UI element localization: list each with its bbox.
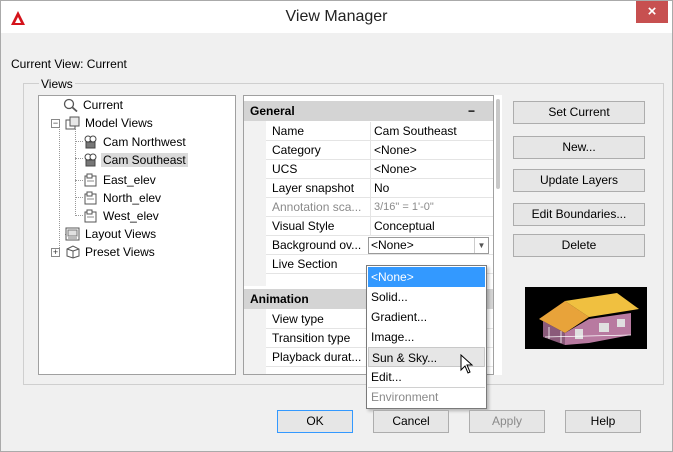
property-name: Name — [272, 124, 305, 138]
view-preview-image — [525, 287, 647, 349]
tree-item-model-views[interactable]: Model Views — [65, 115, 155, 132]
chevron-down-icon[interactable]: ▼ — [474, 238, 488, 253]
tree-item-label: North_elev — [103, 191, 162, 205]
view-icon — [84, 173, 97, 187]
property-row-background-override[interactable]: Background ov... <None> ▼ — [266, 236, 493, 255]
property-row-layer-snapshot[interactable]: Layer snapshot No — [266, 179, 493, 198]
property-name: Visual Style — [272, 219, 335, 233]
views-tree[interactable]: Current − Model Views Cam Northwest Cam … — [38, 95, 236, 375]
tree-item-label: Layout Views — [85, 227, 157, 241]
new-button[interactable]: New... — [513, 136, 645, 159]
tree-item-north-elev[interactable]: North_elev — [83, 190, 163, 207]
background-override-dropdown[interactable]: <None> Solid... Gradient... Image... Sun… — [366, 265, 487, 409]
edit-boundaries-button[interactable]: Edit Boundaries... — [513, 203, 645, 226]
property-name: Layer snapshot — [272, 181, 355, 195]
tree-item-label: East_elev — [103, 173, 156, 187]
tree-item-cam-northwest[interactable]: Cam Northwest — [83, 134, 188, 151]
tree-item-cam-southeast[interactable]: Cam Southeast — [83, 152, 188, 169]
animation-section-title: Animation — [250, 292, 309, 306]
apply-button: Apply — [469, 410, 545, 433]
tree-item-label: Cam Northwest — [103, 135, 186, 149]
property-value[interactable]: Cam Southeast — [370, 122, 490, 141]
camera-icon — [84, 153, 97, 167]
dropdown-option-gradient[interactable]: Gradient... — [368, 307, 485, 327]
tree-item-label: Preset Views — [85, 245, 155, 259]
tree-item-east-elev[interactable]: East_elev — [83, 172, 158, 189]
property-name: UCS — [272, 162, 298, 176]
scrollbar-thumb[interactable] — [496, 99, 500, 189]
general-section-title: General — [250, 104, 295, 118]
property-row-ucs[interactable]: UCS <None> — [266, 160, 493, 179]
property-value[interactable]: No — [370, 179, 490, 198]
tree-item-label: West_elev — [103, 209, 159, 223]
property-row-category[interactable]: Category <None> — [266, 141, 493, 160]
camera-icon — [84, 135, 97, 149]
dropdown-option-environment: Environment — [371, 390, 439, 404]
view-icon — [84, 209, 97, 223]
dropdown-option-solid[interactable]: Solid... — [368, 287, 485, 307]
views-group-label: Views — [39, 77, 75, 91]
tree-item-label: Model Views — [85, 116, 153, 130]
collapse-section-icon[interactable]: − — [468, 101, 475, 121]
title-bar[interactable]: View Manager × — [1, 1, 672, 33]
property-value[interactable]: Conceptual — [370, 217, 490, 236]
tree-item-west-elev[interactable]: West_elev — [83, 208, 161, 225]
tree-item-preset-views[interactable]: Preset Views — [65, 244, 157, 261]
property-value: 3/16" = 1'-0" — [370, 198, 490, 217]
background-override-combo[interactable]: <None> ▼ — [368, 237, 489, 254]
property-name: Category — [272, 143, 321, 157]
tree-item-label: Current — [83, 98, 124, 112]
cancel-button[interactable]: Cancel — [373, 410, 449, 433]
property-row-annotation-scale[interactable]: Annotation sca... 3/16" = 1'-0" — [266, 198, 493, 217]
update-layers-button[interactable]: Update Layers — [513, 169, 645, 192]
layout-views-icon — [65, 227, 80, 241]
magnifier-icon — [63, 98, 78, 112]
mouse-pointer-icon — [460, 354, 474, 374]
property-row-visual-style[interactable]: Visual Style Conceptual — [266, 217, 493, 236]
tree-item-layout-views[interactable]: Layout Views — [65, 226, 158, 243]
ok-button[interactable]: OK — [277, 410, 353, 433]
close-button[interactable]: × — [636, 1, 668, 23]
set-current-button[interactable]: Set Current — [513, 101, 645, 124]
tree-item-label: Cam Southeast — [101, 153, 188, 167]
delete-button[interactable]: Delete — [513, 234, 645, 257]
property-row-name[interactable]: Name Cam Southeast — [266, 122, 493, 141]
property-name: Background ov... — [272, 238, 362, 252]
property-value[interactable]: <None> — [370, 141, 490, 160]
property-name: Playback durat... — [272, 350, 362, 364]
view-manager-dialog: View Manager × Current View: Current Vie… — [0, 0, 673, 452]
tree-item-current[interactable]: Current — [63, 97, 125, 114]
dropdown-option-image[interactable]: Image... — [368, 327, 485, 347]
expand-model-views-toggle[interactable]: − — [51, 119, 60, 128]
help-button[interactable]: Help — [565, 410, 641, 433]
property-name: Transition type — [272, 331, 351, 345]
preset-views-icon — [66, 245, 80, 259]
current-view-label: Current View: Current — [11, 57, 127, 71]
window-title: View Manager — [285, 8, 388, 25]
view-icon — [84, 191, 97, 205]
dropdown-option-none[interactable]: <None> — [368, 267, 485, 287]
property-name: Annotation sca... — [272, 200, 362, 214]
property-value[interactable]: <None> — [370, 160, 490, 179]
property-name: View type — [272, 312, 324, 326]
expand-preset-views-toggle[interactable]: + — [51, 248, 60, 257]
general-section-header[interactable]: General − — [244, 101, 493, 121]
combo-value: <None> — [371, 238, 414, 252]
properties-scrollbar[interactable] — [494, 95, 502, 375]
property-name: Live Section — [272, 257, 338, 271]
model-views-icon — [65, 116, 80, 130]
